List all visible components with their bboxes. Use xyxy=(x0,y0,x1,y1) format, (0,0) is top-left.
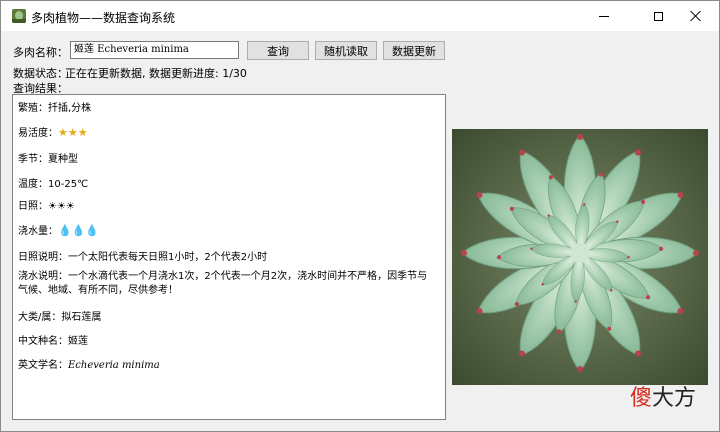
close-button[interactable] xyxy=(673,1,719,31)
name-label: 多肉名称： xyxy=(13,46,68,59)
water-label: 浇水量： xyxy=(18,226,58,237)
data-update-button[interactable]: 数据更新 xyxy=(383,41,445,60)
cn-name-value: 姬莲 xyxy=(68,336,88,347)
season-line: 季节：夏种型 xyxy=(18,154,78,165)
sunlight-line: 日照：☀☀☀ xyxy=(18,197,75,212)
temperature-line: 温度：10-25℃ xyxy=(18,179,89,190)
succulent-app-icon xyxy=(12,9,26,23)
en-name-value: Echeveria minima xyxy=(68,360,160,371)
succulent-photo xyxy=(452,129,708,385)
title-bar[interactable]: 多肉植物——数据查询系统 xyxy=(1,1,719,31)
watermark-part2: 大方 xyxy=(652,386,697,411)
status-value: 正在在更新数据, 数据更新进度: 1/30 xyxy=(65,67,247,80)
sun-icons: ☀☀☀ xyxy=(48,201,75,212)
ease-line: 易活度：★★★ xyxy=(18,124,88,139)
watermark: 傻大方 xyxy=(630,380,696,412)
water-line: 浇水量：💧💧💧 xyxy=(18,222,99,237)
app-window: 多肉植物——数据查询系统 多肉名称： 姬莲 Echeveria minima 查… xyxy=(0,0,720,432)
status-label: 数据状态： xyxy=(13,67,68,80)
en-name-line: 英文学名：Echeveria minima xyxy=(18,356,160,371)
maximize-icon xyxy=(653,11,663,21)
propagation-line: 繁殖：扦插,分株 xyxy=(18,103,92,114)
sunlight-label: 日照： xyxy=(18,201,48,212)
water-note: 浇水说明：一个水滴代表一个月浇水1次，2个代表一个月2次，浇水时间并不严格，因季… xyxy=(18,271,428,296)
minimize-button[interactable] xyxy=(581,1,627,31)
water-drop-icons: 💧💧💧 xyxy=(58,224,100,237)
en-name-label: 英文学名： xyxy=(18,360,68,371)
star-icons: ★★★ xyxy=(58,126,88,139)
cn-name-label: 中文种名： xyxy=(18,336,68,347)
cn-name-line: 中文种名：姬莲 xyxy=(18,332,88,347)
query-button[interactable]: 查询 xyxy=(247,41,309,60)
minimize-icon xyxy=(599,15,609,17)
genus-line: 大类/属：拟石莲属 xyxy=(18,312,102,323)
window-title: 多肉植物——数据查询系统 xyxy=(31,11,176,25)
ease-label: 易活度： xyxy=(18,128,58,139)
random-read-button[interactable]: 随机读取 xyxy=(315,41,377,60)
name-input[interactable]: 姬莲 Echeveria minima xyxy=(70,41,239,59)
echeveria-rosette-image xyxy=(452,129,708,385)
sunlight-note: 日照说明：一个太阳代表每天日照1小时，2个代表2小时 xyxy=(18,252,268,263)
watermark-part1: 傻 xyxy=(630,386,653,411)
result-textbox[interactable]: 繁殖：扦插,分株 易活度：★★★ 季节：夏种型 温度：10-25℃ 日照：☀☀☀… xyxy=(12,94,446,420)
close-icon xyxy=(690,10,702,22)
